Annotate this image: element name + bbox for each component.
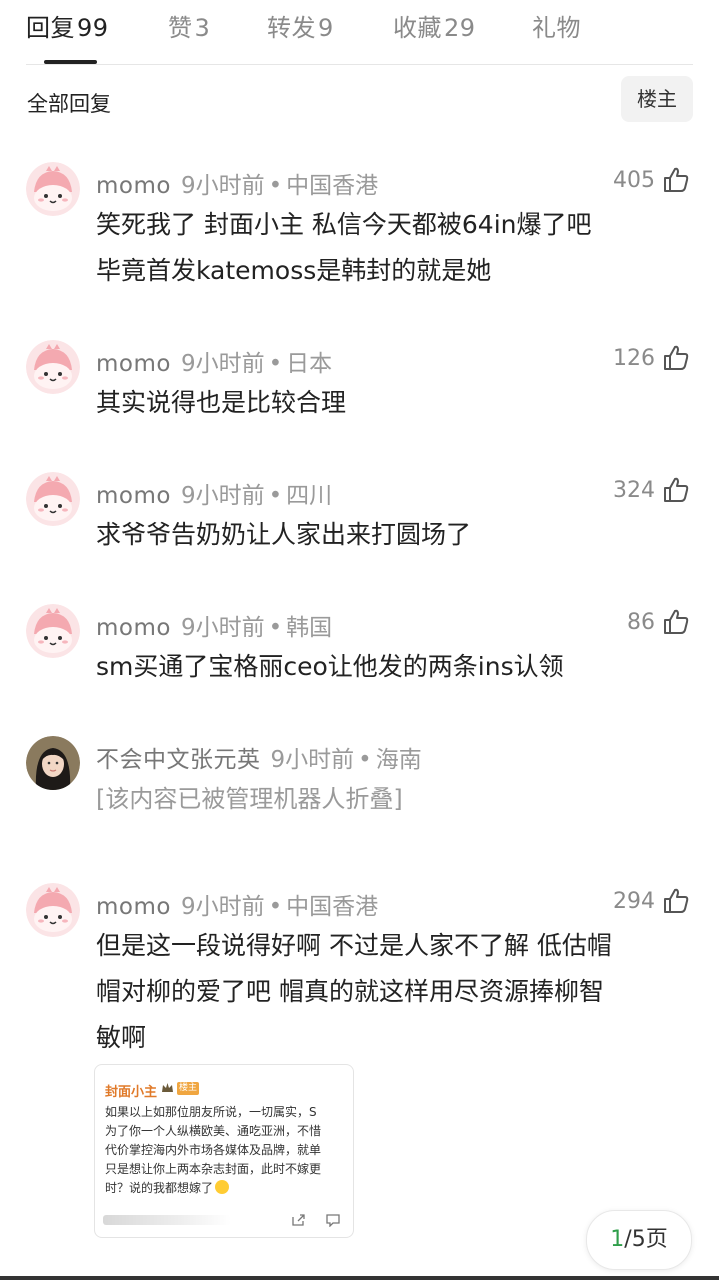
timestamp: 9小时前 [180, 351, 265, 377]
comment-meta: momo 9小时前 • 中国香港 [96, 894, 379, 920]
username[interactable]: momo [96, 615, 171, 641]
comment-text: 求爷爷告奶奶让人家出来打圆场了 [96, 520, 472, 549]
pink-character-avatar-icon [26, 340, 80, 394]
location: 海南 [375, 747, 422, 773]
avatar[interactable] [26, 340, 80, 394]
crown-icon [162, 1083, 173, 1092]
username[interactable]: 不会中文张元英 [96, 747, 261, 773]
username[interactable]: momo [96, 894, 171, 920]
like-count: 294 [613, 888, 655, 914]
avatar[interactable] [26, 472, 80, 526]
divider [26, 64, 693, 65]
thumbs-up-icon [664, 888, 689, 913]
embed-author: 封面小主 [105, 1085, 158, 1100]
timestamp: 9小时前 [180, 615, 265, 641]
comment-text: sm买通了宝格丽ceo让他发的两条ins认领 [96, 652, 564, 681]
comment-meta: 不会中文张元英 9小时前 • 海南 [96, 747, 422, 773]
timestamp: 9小时前 [180, 894, 265, 920]
pink-character-avatar-icon [26, 472, 80, 526]
like-button[interactable]: 86 [627, 604, 691, 640]
tab-favorites[interactable]: 收藏29 [393, 8, 476, 43]
avatar[interactable] [26, 162, 80, 216]
attached-screenshot[interactable]: 封面小主 楼主 如果以上如那位朋友所说，一切属实，S 为了你一个人纵横欧美、通吃… [94, 1064, 354, 1238]
user-photo-avatar-icon [26, 736, 80, 790]
thumbs-up-icon [664, 609, 689, 634]
comment-meta: momo 9小时前 • 韩国 [96, 615, 333, 641]
all-replies-filter[interactable]: 全部回复 [27, 88, 111, 118]
comment-meta: momo 9小时前 • 中国香港 [96, 173, 379, 199]
avatar[interactable] [26, 883, 80, 937]
folded-comment-notice[interactable]: [该内容已被管理机器人折叠] [96, 776, 696, 822]
avatar[interactable] [26, 604, 80, 658]
comment-text: 笑死我了 封面小主 私信今天都被64in爆了吧 毕竟首发katemoss是韩封的就… [96, 210, 592, 285]
location: 中国香港 [286, 894, 379, 920]
owner-badge: 楼主 [177, 1082, 199, 1095]
comment-text: 但是这一段说得好啊 不过是人家不了解 低估帽 帽对柳的爱了吧 帽真的就这样用尽资源… [96, 931, 612, 1052]
location: 四川 [286, 483, 333, 509]
username[interactable]: momo [96, 173, 171, 199]
like-count: 405 [613, 167, 655, 193]
embed-text: 如果以上如那位朋友所说，一切属实，S 为了你一个人纵横欧美、通吃亚洲，不惜 代价… [105, 1105, 322, 1195]
tab-replies[interactable]: 回复99 [26, 8, 109, 43]
pink-character-avatar-icon [26, 604, 80, 658]
location: 韩国 [286, 615, 333, 641]
like-button[interactable]: 294 [613, 883, 691, 919]
tab-reposts[interactable]: 转发9 [267, 8, 334, 43]
location: 中国香港 [286, 173, 379, 199]
like-button[interactable]: 405 [613, 162, 691, 198]
comment-text: 其实说得也是比较合理 [96, 388, 347, 417]
avatar[interactable] [26, 736, 80, 790]
blurred-footer [103, 1215, 231, 1225]
owner-only-button[interactable]: 楼主 [621, 76, 693, 122]
share-icon [292, 1214, 305, 1226]
timestamp: 9小时前 [180, 483, 265, 509]
tab-gifts[interactable]: 礼物 [532, 8, 581, 43]
thumbs-up-icon [664, 167, 689, 192]
pink-character-avatar-icon [26, 883, 80, 937]
thumbs-up-icon [664, 477, 689, 502]
timestamp: 9小时前 [270, 747, 355, 773]
comment-meta: momo 9小时前 • 四川 [96, 483, 333, 509]
page-indicator[interactable]: 1/5页 [586, 1210, 692, 1270]
comment-meta: momo 9小时前 • 日本 [96, 351, 333, 377]
username[interactable]: momo [96, 483, 171, 509]
tab-likes[interactable]: 赞3 [168, 8, 210, 43]
comment-tabs: 回复99 赞3 转发9 收藏29 礼物 [0, 0, 719, 66]
location: 日本 [286, 351, 333, 377]
username[interactable]: momo [96, 351, 171, 377]
timestamp: 9小时前 [180, 173, 265, 199]
comment-icon [326, 1214, 340, 1227]
pink-character-avatar-icon [26, 162, 80, 216]
like-button[interactable]: 126 [613, 340, 691, 376]
thumbs-up-icon [664, 345, 689, 370]
like-count: 324 [613, 477, 655, 503]
blush-emoji-icon [215, 1180, 230, 1194]
like-button[interactable]: 324 [613, 472, 691, 508]
like-count: 86 [627, 609, 655, 635]
screen-bottom-edge [0, 1276, 719, 1280]
like-count: 126 [613, 345, 655, 371]
